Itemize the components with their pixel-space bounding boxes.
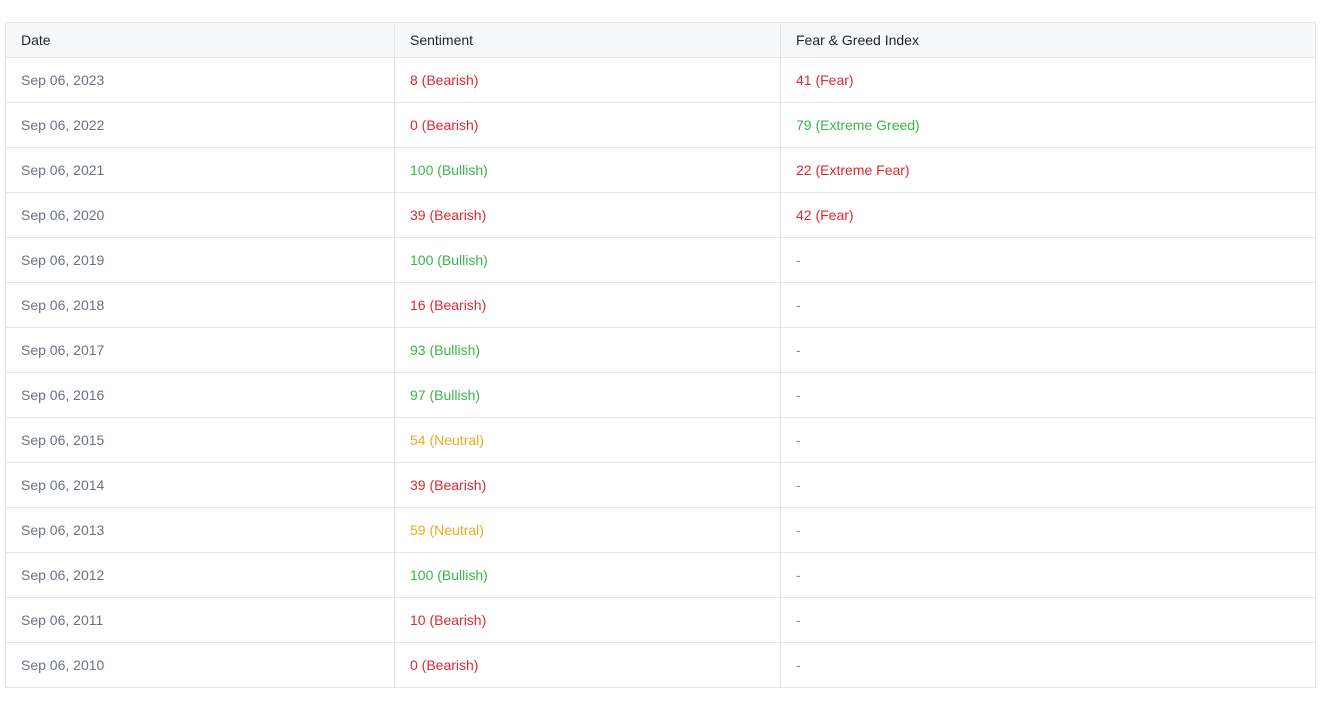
table-row: Sep 06, 2020 39 (Bearish) 42 (Fear)	[5, 192, 1316, 238]
date-cell: Sep 06, 2023	[5, 57, 395, 103]
sentiment-cell: 100 (Bullish)	[394, 147, 781, 193]
date-cell: Sep 06, 2022	[5, 102, 395, 148]
fear-greed-index-cell: -	[780, 282, 1316, 328]
fear-greed-index-cell: -	[780, 507, 1316, 553]
table-row: Sep 06, 2017 93 (Bullish) -	[5, 327, 1316, 373]
sentiment-cell: 0 (Bearish)	[394, 642, 781, 688]
table-row: Sep 06, 2021 100 (Bullish) 22 (Extreme Fea…	[5, 147, 1316, 193]
table-row: Sep 06, 2022 0 (Bearish) 79 (Extreme Greed…	[5, 102, 1316, 148]
fear-greed-index-cell: -	[780, 327, 1316, 373]
column-header-date[interactable]: Date	[5, 22, 395, 58]
fear-greed-index-cell: 22 (Extreme Fear)	[780, 147, 1316, 193]
sentiment-cell: 16 (Bearish)	[394, 282, 781, 328]
fear-greed-index-cell: -	[780, 372, 1316, 418]
date-cell: Sep 06, 2016	[5, 372, 395, 418]
sentiment-history-table: Date Sentiment Fear & Greed Index Sep 06…	[5, 22, 1316, 688]
fear-greed-index-cell: -	[780, 642, 1316, 688]
sentiment-cell: 59 (Neutral)	[394, 507, 781, 553]
date-cell: Sep 06, 2019	[5, 237, 395, 283]
date-cell: Sep 06, 2014	[5, 462, 395, 508]
table-row: Sep 06, 2010 0 (Bearish) -	[5, 642, 1316, 688]
date-cell: Sep 06, 2021	[5, 147, 395, 193]
sentiment-cell: 39 (Bearish)	[394, 462, 781, 508]
date-cell: Sep 06, 2018	[5, 282, 395, 328]
fear-greed-index-cell: -	[780, 462, 1316, 508]
fear-greed-index-cell: -	[780, 552, 1316, 598]
date-cell: Sep 06, 2020	[5, 192, 395, 238]
table-row: Sep 06, 2014 39 (Bearish) -	[5, 462, 1316, 508]
table-row: Sep 06, 2016 97 (Bullish) -	[5, 372, 1316, 418]
table-row: Sep 06, 2018 16 (Bearish) -	[5, 282, 1316, 328]
sentiment-cell: 97 (Bullish)	[394, 372, 781, 418]
table-header: Date Sentiment Fear & Greed Index	[5, 22, 1316, 58]
fear-greed-index-cell: -	[780, 417, 1316, 463]
date-cell: Sep 06, 2015	[5, 417, 395, 463]
date-cell: Sep 06, 2012	[5, 552, 395, 598]
fear-greed-index-cell: 79 (Extreme Greed)	[780, 102, 1316, 148]
sentiment-cell: 54 (Neutral)	[394, 417, 781, 463]
table-row: Sep 06, 2012 100 (Bullish) -	[5, 552, 1316, 598]
table-body: Sep 06, 2023 8 (Bearish) 41 (Fear) Sep 06, …	[5, 57, 1316, 688]
date-cell: Sep 06, 2010	[5, 642, 395, 688]
column-header-fear-greed-index[interactable]: Fear & Greed Index	[780, 22, 1316, 58]
date-cell: Sep 06, 2013	[5, 507, 395, 553]
table-row: Sep 06, 2015 54 (Neutral) -	[5, 417, 1316, 463]
sentiment-cell: 39 (Bearish)	[394, 192, 781, 238]
sentiment-history-table-container: Date Sentiment Fear & Greed Index Sep 06…	[5, 22, 1316, 688]
sentiment-cell: 93 (Bullish)	[394, 327, 781, 373]
sentiment-cell: 10 (Bearish)	[394, 597, 781, 643]
sentiment-cell: 100 (Bullish)	[394, 237, 781, 283]
sentiment-cell: 0 (Bearish)	[394, 102, 781, 148]
table-row: Sep 06, 2019 100 (Bullish) -	[5, 237, 1316, 283]
column-header-sentiment[interactable]: Sentiment	[394, 22, 781, 58]
date-cell: Sep 06, 2011	[5, 597, 395, 643]
fear-greed-index-cell: 42 (Fear)	[780, 192, 1316, 238]
sentiment-cell: 8 (Bearish)	[394, 57, 781, 103]
table-row: Sep 06, 2023 8 (Bearish) 41 (Fear)	[5, 57, 1316, 103]
fear-greed-index-cell: -	[780, 237, 1316, 283]
table-row: Sep 06, 2013 59 (Neutral) -	[5, 507, 1316, 553]
table-row: Sep 06, 2011 10 (Bearish) -	[5, 597, 1316, 643]
fear-greed-index-cell: -	[780, 597, 1316, 643]
date-cell: Sep 06, 2017	[5, 327, 395, 373]
sentiment-cell: 100 (Bullish)	[394, 552, 781, 598]
fear-greed-index-cell: 41 (Fear)	[780, 57, 1316, 103]
table-header-row: Date Sentiment Fear & Greed Index	[5, 22, 1316, 58]
